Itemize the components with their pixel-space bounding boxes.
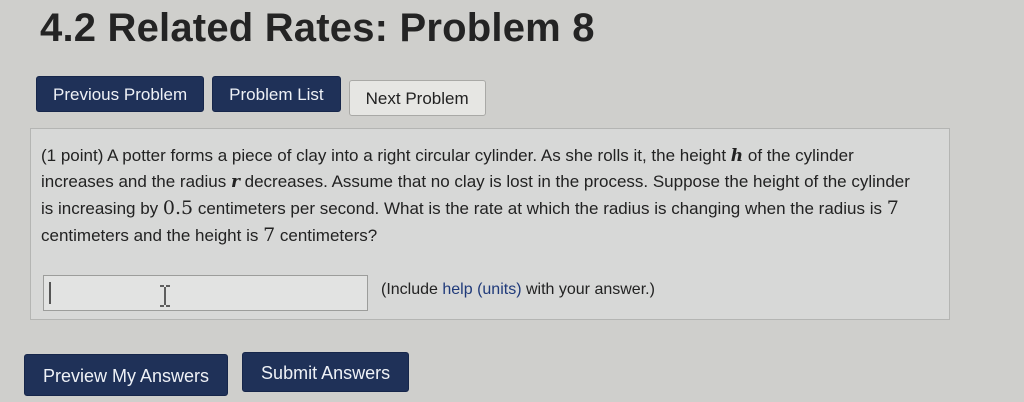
submit-answers-button[interactable]: Submit Answers	[242, 352, 410, 392]
problem-box: (1 point) A potter forms a piece of clay…	[30, 128, 950, 320]
answer-actions: Preview My Answers Submit Answers	[24, 352, 410, 396]
rate-value: 0.5	[162, 197, 194, 219]
help-note-suffix: with your answer.)	[521, 281, 655, 298]
help-units-link[interactable]: help (units)	[442, 281, 521, 298]
height-value: 7	[263, 224, 276, 246]
answer-help-note: (Include help (units) with your answer.)	[381, 281, 655, 299]
i-beam-cursor-icon	[160, 285, 170, 307]
previous-problem-button[interactable]: Previous Problem	[36, 76, 205, 112]
problem-text-6: centimeters?	[275, 226, 378, 245]
answer-input[interactable]	[43, 275, 368, 311]
text-caret	[49, 282, 51, 304]
next-problem-button[interactable]: Next Problem	[348, 80, 486, 116]
variable-r: r	[230, 172, 240, 192]
problem-list-button[interactable]: Problem List	[212, 76, 341, 112]
page-title: 4.2 Related Rates: Problem 8	[40, 6, 595, 50]
problem-text-1: A potter forms a piece of clay into a ri…	[103, 146, 731, 165]
problem-points: (1 point)	[41, 146, 104, 165]
radius-value: 7	[886, 197, 899, 219]
problem-text-4: centimeters per second. What is the rate…	[193, 199, 887, 218]
problem-text-5: centimeters and the height is	[41, 226, 264, 245]
problem-statement: (1 point) A potter forms a piece of clay…	[41, 143, 921, 249]
help-note-prefix: (Include	[381, 281, 443, 298]
preview-answers-button[interactable]: Preview My Answers	[24, 354, 229, 396]
problem-navigation: Previous Problem Problem List Next Probl…	[36, 76, 486, 116]
variable-h: h	[730, 146, 744, 166]
